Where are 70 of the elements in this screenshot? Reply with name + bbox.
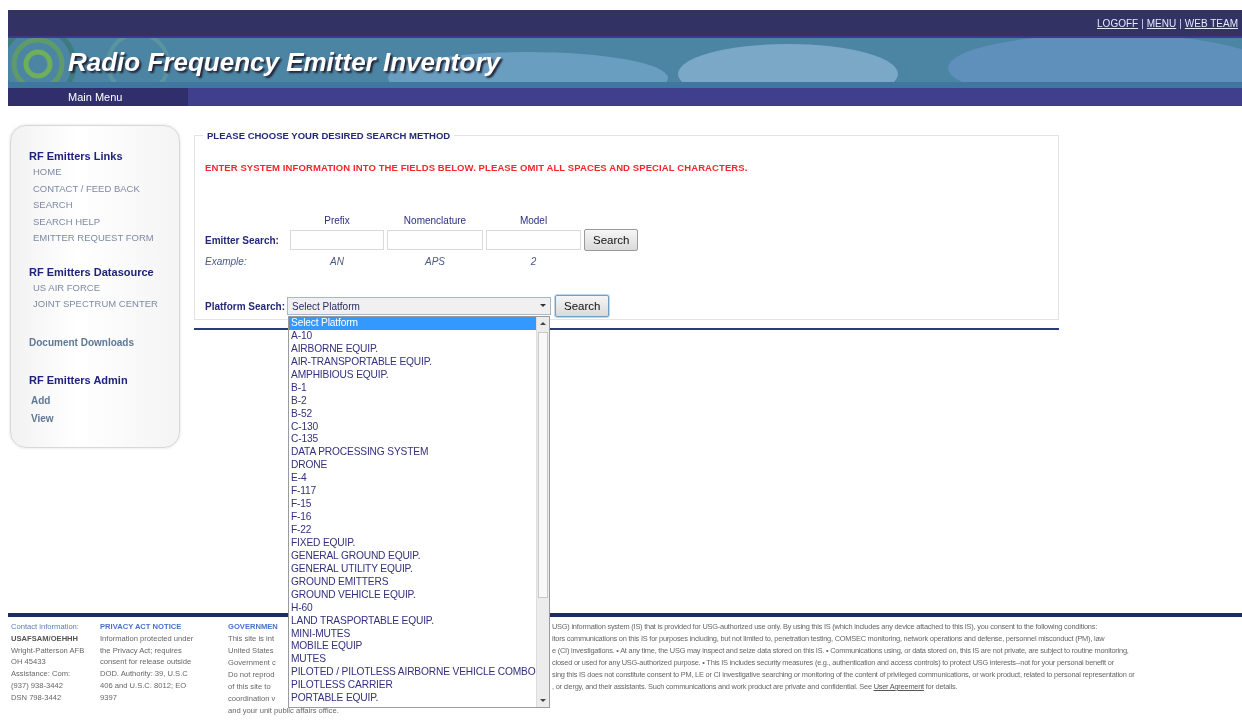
header-link[interactable]: LOGOFF <box>1097 17 1139 29</box>
section-heading: RF Emitters Datasource <box>29 265 155 278</box>
caret-icon <box>540 304 546 307</box>
dropdown-option[interactable]: FIXED EQUIP. <box>289 536 536 550</box>
scrollbar[interactable] <box>535 317 549 707</box>
sidebar-link[interactable]: US AIR FORCE <box>33 279 179 296</box>
dropdown-option[interactable]: F-117 <box>289 485 536 499</box>
dropdown-option[interactable]: H-60 <box>289 601 536 615</box>
dropdown-option[interactable]: DRONE <box>289 459 536 473</box>
link-separator: | <box>1141 17 1144 29</box>
field-label: Platform Search: <box>205 300 287 312</box>
fieldset-legend: PLEASE CHOOSE YOUR DESIRED SEARCH METHOD <box>203 130 455 141</box>
example-value: 2 <box>529 255 538 267</box>
dropdown-option[interactable]: AIR-TRANSPORTABLE EQUIP. <box>289 355 536 369</box>
dropdown-option[interactable]: B-2 <box>289 394 536 408</box>
example-value: APS <box>423 255 446 267</box>
dropdown-option[interactable]: B-1 <box>289 381 536 395</box>
dropdown-option[interactable]: GENERAL UTILITY EQUIP. <box>289 562 536 576</box>
example-value: AN <box>328 255 345 267</box>
scroll-down-icon <box>538 698 547 703</box>
dropdown-option[interactable]: F-22 <box>289 524 536 537</box>
sidebar-link[interactable]: SEARCH HELP <box>33 213 179 230</box>
sidebar-link[interactable]: View <box>31 410 179 429</box>
field-label: Emitter Search: <box>205 234 280 246</box>
dropdown-option[interactable]: AMPHIBIOUS EQUIP. <box>289 368 536 382</box>
column-heading: Prefix <box>323 215 351 228</box>
dropdown-option[interactable]: PORTABLE EQUIP. <box>289 692 536 706</box>
dropdown-option[interactable]: PILOTLESS CARRIER <box>289 679 536 693</box>
dropdown-value: Select Platform <box>292 300 360 312</box>
scrollbar-thumb[interactable] <box>537 332 548 598</box>
dropdown-option[interactable]: DATA PROCESSING SYSTEM <box>289 446 536 460</box>
column-heading: Model <box>518 215 549 228</box>
dropdown-option[interactable]: E-4 <box>289 472 536 486</box>
sidebar-link[interactable]: SEARCH <box>33 197 179 214</box>
text-field[interactable] <box>290 230 384 250</box>
text-field[interactable] <box>486 230 581 250</box>
dropdown-option[interactable]: C-130 <box>289 420 536 434</box>
dropdown-option[interactable]: AIRBORNE EQUIP. <box>289 342 536 356</box>
dropdown-option[interactable]: F-16 <box>289 511 536 524</box>
sidebar-link[interactable]: Add <box>31 391 179 410</box>
header-link[interactable]: MENU <box>1146 17 1177 29</box>
dropdown-option[interactable]: MINI-MUTES <box>289 627 536 641</box>
dropdown-option[interactable]: MUTES <box>289 653 536 667</box>
text-field[interactable] <box>387 230 483 250</box>
dropdown-option[interactable]: LAND TRASPORTABLE EQUIP. <box>289 614 536 628</box>
sidebar-link[interactable]: Document Downloads <box>29 336 134 348</box>
dropdown-option[interactable]: F-15 <box>289 498 536 512</box>
dropdown-option[interactable]: A-10 <box>289 329 536 343</box>
section-heading: RF Emitters Links <box>29 150 124 162</box>
search-button[interactable]: Search <box>584 229 639 251</box>
section-heading: RF Emitters Admin <box>29 373 129 386</box>
dropdown-option[interactable]: PILOTED / PILOTLESS AIRBORNE VEHICLE COMBO <box>289 666 536 680</box>
example-label: Example: <box>205 255 248 267</box>
header-link[interactable]: WEB TEAM <box>1184 17 1238 29</box>
dropdown-option[interactable]: MOBILE EQUIP <box>289 640 536 654</box>
sidebar-link[interactable]: HOME <box>33 164 179 181</box>
site-title: Radio Frequency Emitter Inventory <box>68 47 500 78</box>
link-separator: | <box>1179 17 1182 29</box>
instruction-text: ENTER SYSTEM INFORMATION INTO THE FIELDS BELOW. PLEASE OMIT ALL SPACES AND SPECIAL CHARACTERS. <box>205 162 749 173</box>
sidebar-link[interactable]: JOINT SPECTRUM CENTER <box>33 296 179 313</box>
search-button[interactable]: Search <box>555 295 610 317</box>
sidebar-link[interactable]: EMITTER REQUEST FORM <box>33 230 179 247</box>
dropdown-option[interactable]: C-135 <box>289 433 536 447</box>
sidebar-link[interactable]: CONTACT / FEED BACK <box>33 180 179 197</box>
column-heading: Nomenclature <box>402 215 468 228</box>
dropdown-option[interactable]: GENERAL GROUND EQUIP. <box>289 549 536 563</box>
dropdown-option[interactable]: GROUND VEHICLE EQUIP. <box>289 588 536 602</box>
dropdown-option[interactable]: GROUND EMITTERS <box>289 575 536 589</box>
dropdown-option[interactable]: B-52 <box>289 407 536 421</box>
scroll-up-icon <box>538 321 547 326</box>
